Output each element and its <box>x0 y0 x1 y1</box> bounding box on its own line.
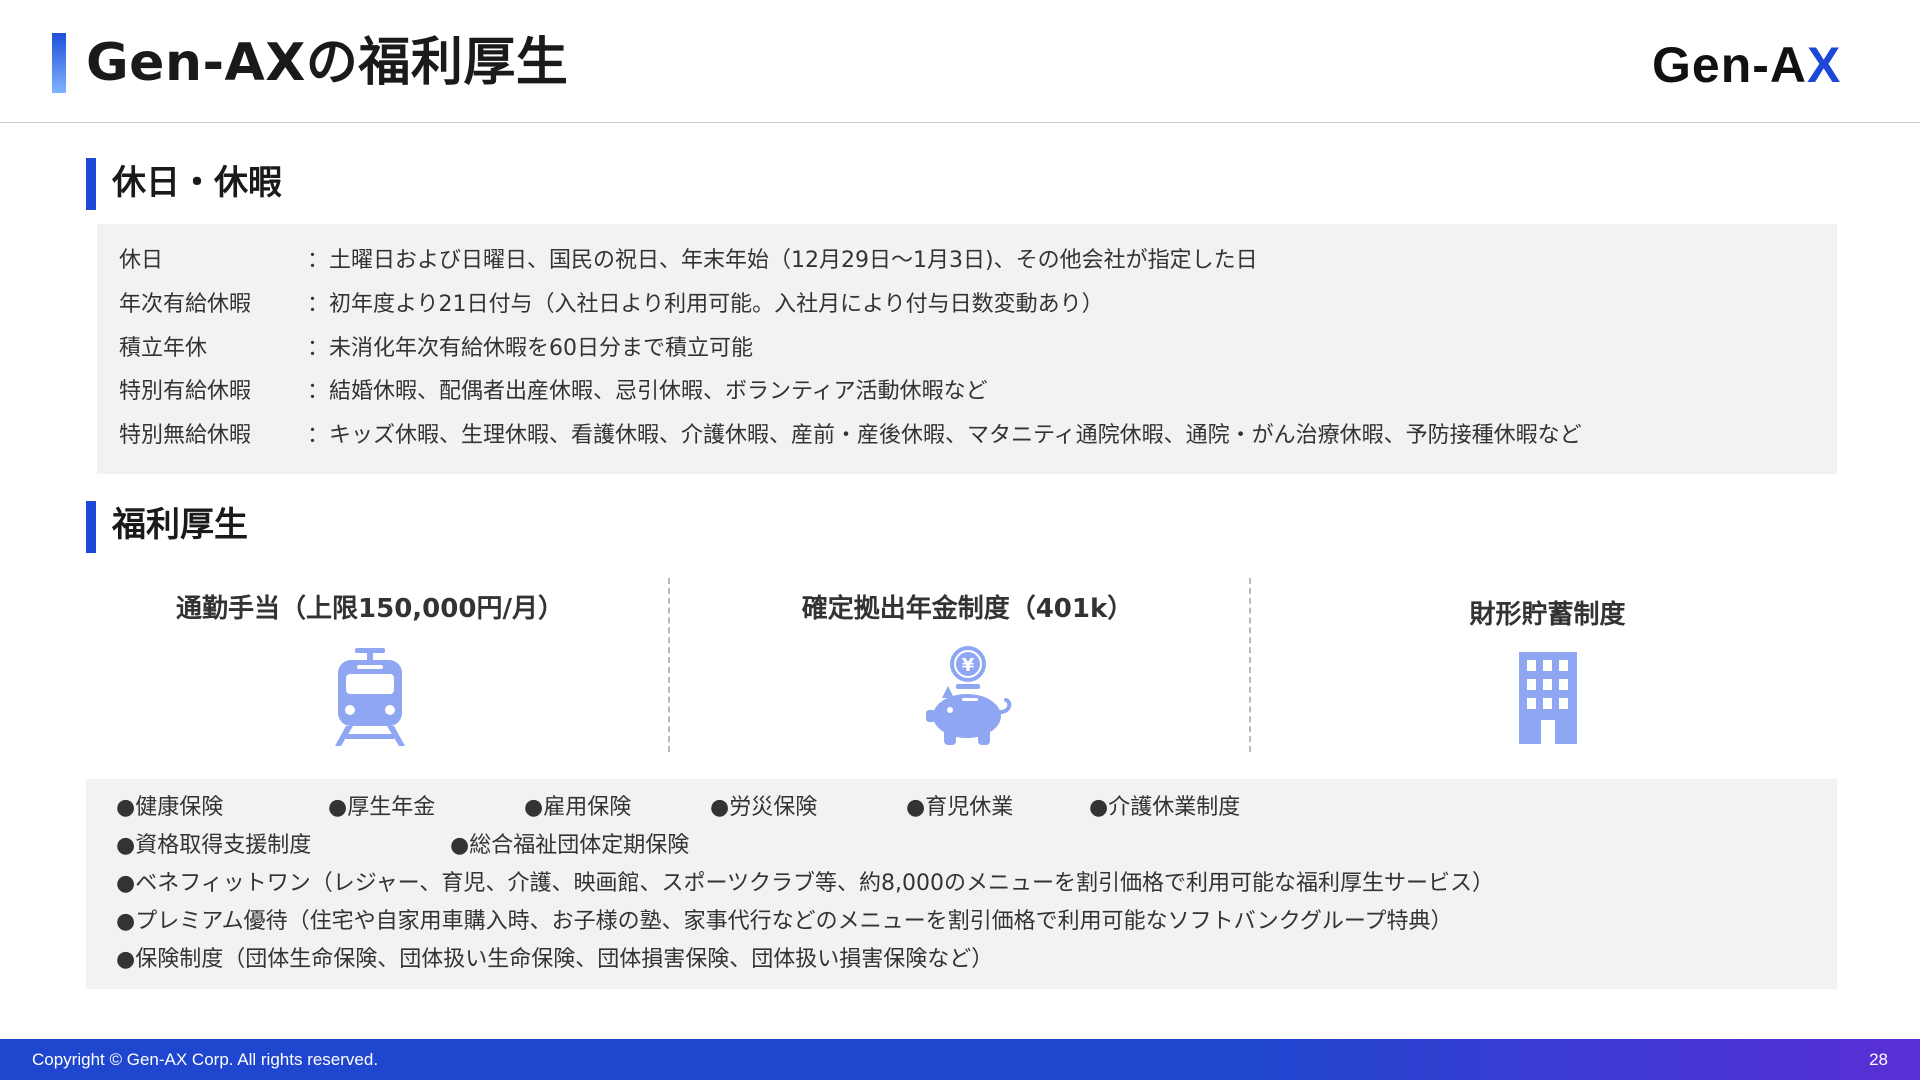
holiday-row-value: ：結婚休暇、配偶者出産休暇、忌引休暇、ボランティア活動休暇など <box>307 379 988 404</box>
benefit-item: ●労災保険 <box>710 795 818 820</box>
benefit-item: ●資格取得支援制度 <box>116 833 312 858</box>
benefit-item: ●雇用保険 <box>524 795 632 820</box>
holiday-row-label: 特別無給休暇 <box>119 423 252 448</box>
piggy-bank-icon: ¥ <box>925 646 1011 745</box>
page-number: 28 <box>1869 1050 1888 1069</box>
benefit-row: ●健康保険 ●厚生年金 ●雇用保険 ●労災保険 ●育児休業 ●介護休業制度 <box>116 789 1816 827</box>
benefit-item: ●厚生年金 <box>328 795 436 820</box>
holiday-section-title: 休日・休暇 <box>112 163 282 203</box>
gen-ax-logo: Gen-AX <box>1652 38 1841 92</box>
logo-text: Gen-A <box>1652 37 1807 93</box>
dc-pension-title: 確定拠出年金制度（401k） <box>801 594 1134 624</box>
welfare-section-title: 福利厚生 <box>112 505 248 545</box>
benefit-row: ●資格取得支援制度 ●総合福祉団体定期保険 <box>116 827 1816 865</box>
benefit-panel: ●健康保険 ●厚生年金 ●雇用保険 ●労災保険 ●育児休業 ●介護休業制度 ●資… <box>86 779 1837 989</box>
welfare-section-bar <box>86 501 96 553</box>
logo-accent: X <box>1807 37 1842 93</box>
commute-allowance-title: 通勤手当（上限150,000円/月） <box>176 594 564 624</box>
benefit-item: ●介護休業制度 <box>1089 795 1241 820</box>
benefit-item: ●ベネフィットワン（レジャー、育児、介護、映画館、スポーツクラブ等、約8,000… <box>116 871 1494 896</box>
holiday-row-label: 積立年休 <box>119 336 208 361</box>
holiday-row-value: ：キッズ休暇、生理休暇、看護休暇、介護休暇、産前・産後休暇、マタニティ通院休暇、… <box>307 423 1582 448</box>
benefit-item: ●育児休業 <box>906 795 1014 820</box>
savings-plan-title: 財形貯蓄制度 <box>1469 600 1626 630</box>
svg-text:¥: ¥ <box>961 655 974 676</box>
building-icon <box>1518 652 1577 744</box>
holiday-row-value: ：初年度より21日付与（入社日より利用可能。入社月により付与日数変動あり） <box>307 292 1104 317</box>
title-accent-bar <box>52 33 66 93</box>
holiday-row-value: ：未消化年次有給休暇を60日分まで積立可能 <box>307 336 753 361</box>
benefit-item: ●健康保険 <box>116 795 224 820</box>
slide-header: Gen-AXの福利厚生 Gen-AX <box>0 0 1920 123</box>
holiday-row-value: ：土曜日および日曜日、国民の祝日、年末年始（12月29日～1月3日)、その他会社… <box>307 248 1258 273</box>
column-divider <box>1249 578 1251 752</box>
dc-pension-column: 確定拠出年金制度（401k） ¥ <box>690 578 1245 750</box>
copyright-text: Copyright © Gen-AX Corp. All rights rese… <box>32 1050 379 1069</box>
holiday-row-label: 特別有給休暇 <box>119 379 252 404</box>
holiday-row-label: 休日 <box>119 248 164 273</box>
benefit-item: ●総合福祉団体定期保険 <box>450 833 690 858</box>
train-icon <box>335 648 405 746</box>
holiday-row-label: 年次有給休暇 <box>119 292 252 317</box>
holiday-panel: 休日 ：土曜日および日曜日、国民の祝日、年末年始（12月29日～1月3日)、その… <box>97 224 1837 474</box>
slide-footer: Copyright © Gen-AX Corp. All rights rese… <box>0 1039 1920 1080</box>
holiday-section-bar <box>86 158 96 210</box>
benefit-item: ●プレミアム優待（住宅や自家用車購入時、お子様の塾、家事代行などのメニューを割引… <box>116 909 1453 934</box>
benefit-item: ●保険制度（団体生命保険、団体扱い生命保険、団体損害保険、団体扱い損害保険など） <box>116 947 994 972</box>
savings-plan-column: 財形貯蓄制度 <box>1270 578 1825 750</box>
column-divider <box>668 578 670 752</box>
commute-allowance-column: 通勤手当（上限150,000円/月） <box>90 578 650 750</box>
page-title: Gen-AXの福利厚生 <box>86 33 569 93</box>
